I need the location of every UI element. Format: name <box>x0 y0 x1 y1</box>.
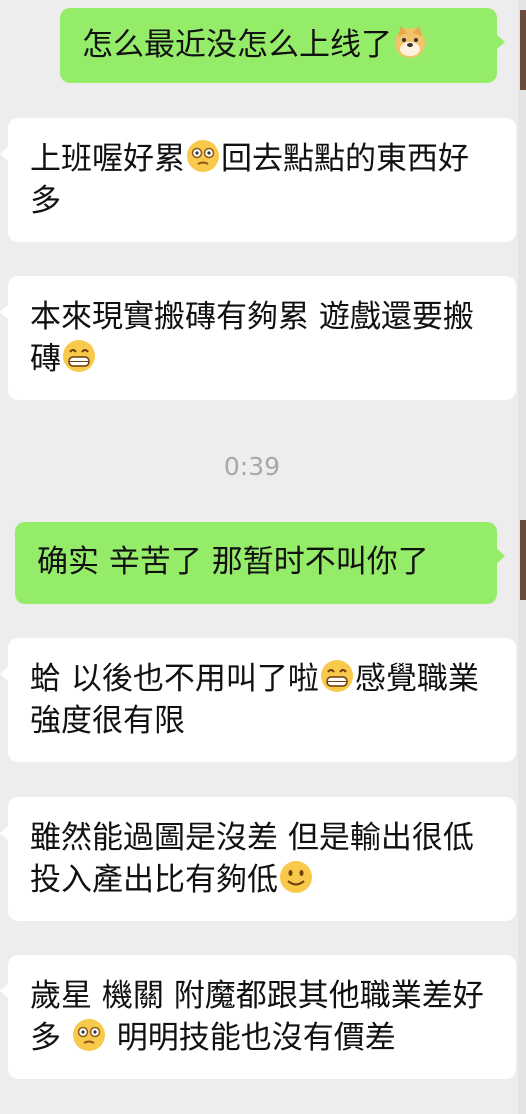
message-text: 上班喔好累 <box>30 141 185 177</box>
smile-emoji-icon <box>280 861 312 893</box>
sent-message-bubble[interactable]: 确实 辛苦了 那暂时不叫你了 <box>15 522 505 604</box>
avatar[interactable] <box>520 520 526 600</box>
message-text: 蛤 以後也不用叫了啦 <box>30 661 319 697</box>
doge-emoji-icon <box>395 26 425 58</box>
sent-message-bubble[interactable]: 怎么最近没怎么上线了 <box>60 8 505 83</box>
message-text: 确实 辛苦了 那暂时不叫你了 <box>37 544 429 580</box>
avatar[interactable] <box>520 10 526 90</box>
received-message-bubble[interactable]: 蛤 以後也不用叫了啦 感覺職業強度很有限 <box>0 638 516 762</box>
received-message-bubble[interactable]: 本來現實搬磚有夠累 遊戲還要搬磚 <box>0 276 516 400</box>
message-text: 雖然能過圖是沒差 但是輸出很低 投入產出比有夠低 <box>30 820 474 898</box>
message-text-cont: 明明技能也沒有價差 <box>106 1020 396 1056</box>
received-message-bubble[interactable]: 歲星 機關 附魔都跟其他職業差好多 明明技能也沒有價差 <box>0 955 516 1079</box>
grin-emoji-icon <box>63 340 95 372</box>
dizzy-face-emoji-icon <box>187 140 219 172</box>
grin-emoji-icon <box>320 660 353 692</box>
message-text: 怎么最近没怎么上线了 <box>82 27 392 63</box>
dizzy-face-emoji-icon <box>72 1019 105 1051</box>
timestamp: 0:39 <box>223 452 281 481</box>
received-message-bubble[interactable]: 雖然能過圖是沒差 但是輸出很低 投入產出比有夠低 <box>0 797 516 921</box>
received-message-bubble[interactable]: 上班喔好累 回去點點的東西好多 <box>0 118 516 242</box>
